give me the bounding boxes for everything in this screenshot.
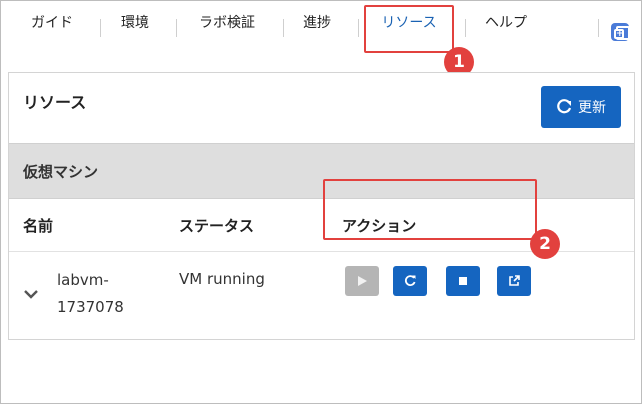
refresh-button-label: 更新 xyxy=(578,100,606,116)
open-vm-button[interactable] xyxy=(497,266,531,296)
tab-divider xyxy=(176,19,177,37)
app-frame: ガイド 環境 ラボ検証 進捗 リソース ヘルプ + 1 リソース 更新 仮想マシ… xyxy=(0,0,642,404)
restart-icon xyxy=(404,275,416,286)
tab-progress[interactable]: 進捗 xyxy=(293,13,341,39)
column-header-status: ステータス xyxy=(179,217,255,235)
resources-panel: リソース 更新 仮想マシン 名前 ステータス アクション labvm- 1737… xyxy=(8,72,635,340)
chevron-down-icon[interactable] xyxy=(23,286,39,302)
stop-vm-button[interactable] xyxy=(446,266,480,296)
open-external-icon xyxy=(509,275,520,286)
tab-divider xyxy=(283,19,284,37)
tab-guide[interactable]: ガイド xyxy=(21,13,83,39)
vm-name-line2: 1737078 xyxy=(57,298,124,316)
refresh-button[interactable]: 更新 xyxy=(541,86,621,128)
start-vm-button[interactable] xyxy=(345,266,379,296)
tab-divider xyxy=(358,19,359,37)
panel-title: リソース xyxy=(23,93,87,112)
tab-help[interactable]: ヘルプ xyxy=(475,13,537,39)
tab-divider xyxy=(465,19,466,37)
vm-status: VM running xyxy=(179,270,265,288)
tab-bar: ガイド 環境 ラボ検証 進捗 リソース ヘルプ + xyxy=(1,1,642,57)
split-window-icon[interactable]: + xyxy=(611,23,630,41)
tab-environment[interactable]: 環境 xyxy=(111,13,159,39)
tab-divider xyxy=(100,19,101,37)
tab-highlight-box xyxy=(364,5,454,53)
play-icon xyxy=(358,276,367,286)
tab-lab-verification[interactable]: ラボ検証 xyxy=(187,13,267,39)
stop-icon xyxy=(459,277,467,285)
refresh-icon xyxy=(557,99,572,114)
section-header: 仮想マシン xyxy=(9,143,634,199)
column-header-name: 名前 xyxy=(23,217,54,235)
restart-vm-button[interactable] xyxy=(393,266,427,296)
tab-divider xyxy=(598,19,599,37)
section-title: 仮想マシン xyxy=(23,163,99,181)
vm-name: labvm- 1737078 xyxy=(57,267,167,321)
callout-badge-2: 2 xyxy=(530,229,560,259)
actions-highlight-box xyxy=(323,179,537,240)
vm-name-line1: labvm- xyxy=(57,271,109,289)
